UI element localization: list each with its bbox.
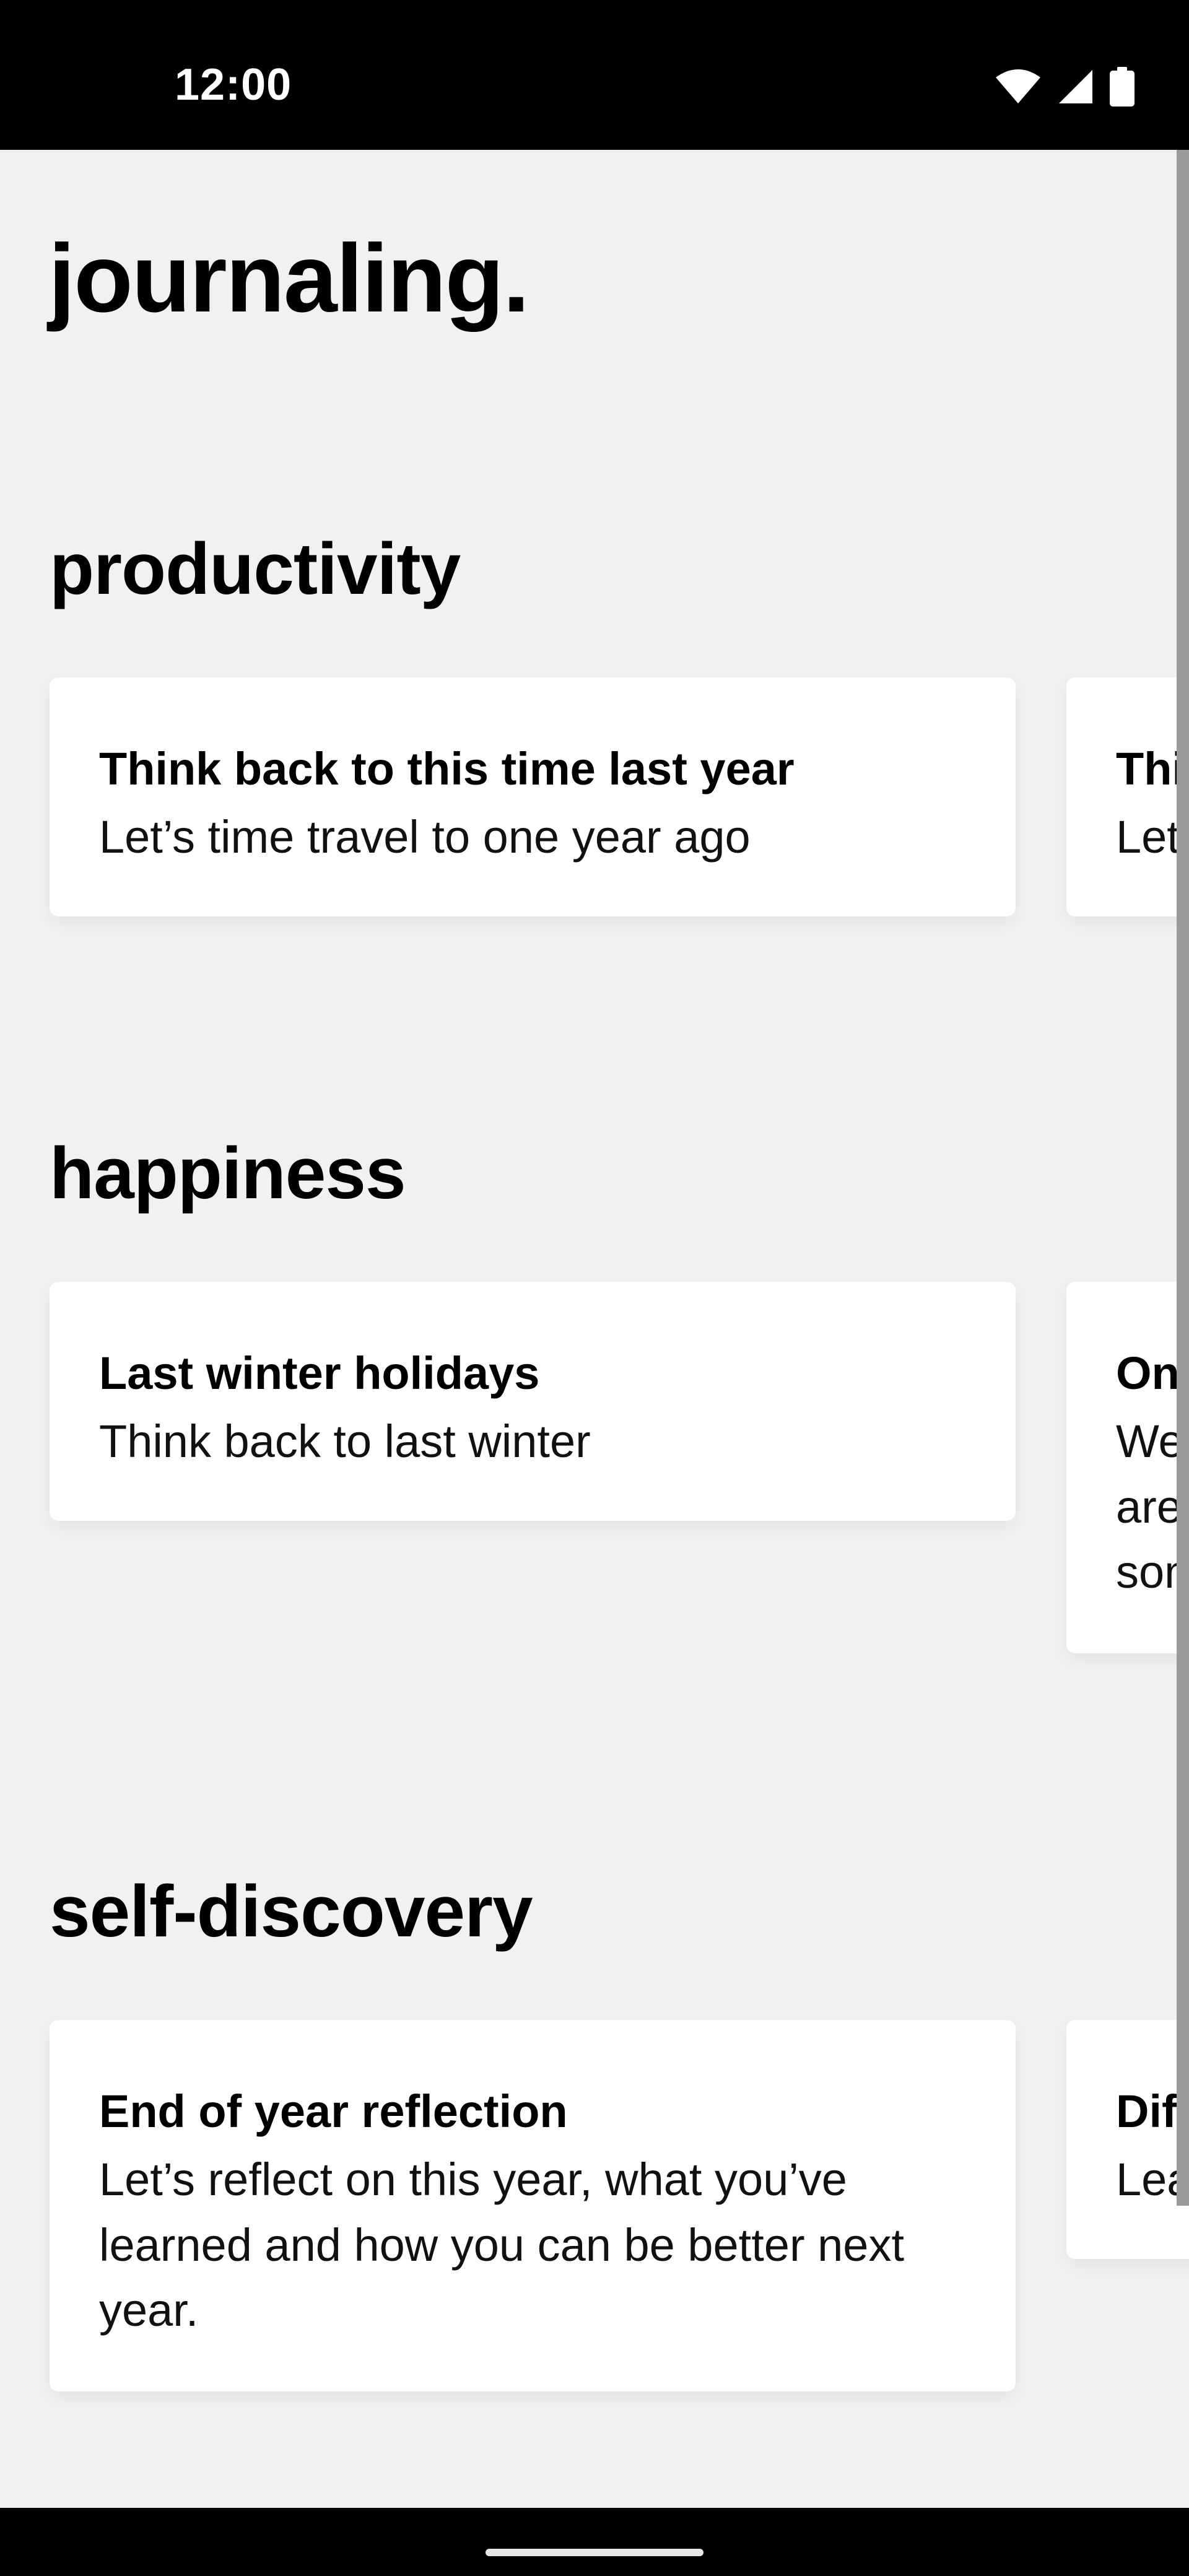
- section-title-happiness: happiness: [50, 1133, 406, 1214]
- bottom-sheet-handle-area[interactable]: [62, 2508, 1127, 2576]
- journal-card[interactable]: Thi Let’: [1066, 677, 1189, 916]
- scrollbar-thumb[interactable]: [1177, 150, 1189, 2206]
- card-title: End of year reflection: [99, 2086, 568, 2137]
- cell-signal-icon: [1059, 70, 1092, 103]
- status-time: 12:00: [175, 60, 292, 110]
- wifi-icon: [996, 69, 1040, 103]
- status-bar: 12:00: [0, 0, 1189, 150]
- gesture-home-pill[interactable]: [486, 2549, 703, 2556]
- card-title: Last winter holidays: [99, 1347, 540, 1399]
- card-subtitle: Think back to last winter: [99, 1415, 591, 1467]
- card-subtitle: Let’s reflect on this year, what you’ve …: [99, 2153, 905, 2336]
- bottom-navigation-bar: [0, 2508, 1189, 2576]
- journal-card[interactable]: Think back to this time last year Let’s …: [50, 677, 1016, 916]
- journal-card[interactable]: Last winter holidays Think back to last …: [50, 1282, 1016, 1521]
- section-title-self-discovery: self-discovery: [50, 1871, 533, 1952]
- status-icons: [995, 67, 1135, 107]
- journal-card[interactable]: End of year reflection Let’s reflect on …: [50, 2020, 1016, 2391]
- scrollbar[interactable]: [1177, 150, 1189, 2206]
- card-subtitle: Let’s time travel to one year ago: [99, 811, 751, 863]
- battery-icon: [1110, 67, 1135, 107]
- page-title: journaling.: [48, 225, 529, 333]
- card-title: Think back to this time last year: [99, 743, 795, 794]
- section-title-productivity: productivity: [50, 528, 461, 610]
- journal-card[interactable]: Diff Lea: [1066, 2020, 1189, 2259]
- journal-card[interactable]: One We are som: [1066, 1282, 1189, 1653]
- main-content[interactable]: journaling. productivity Think back to t…: [0, 150, 1189, 2508]
